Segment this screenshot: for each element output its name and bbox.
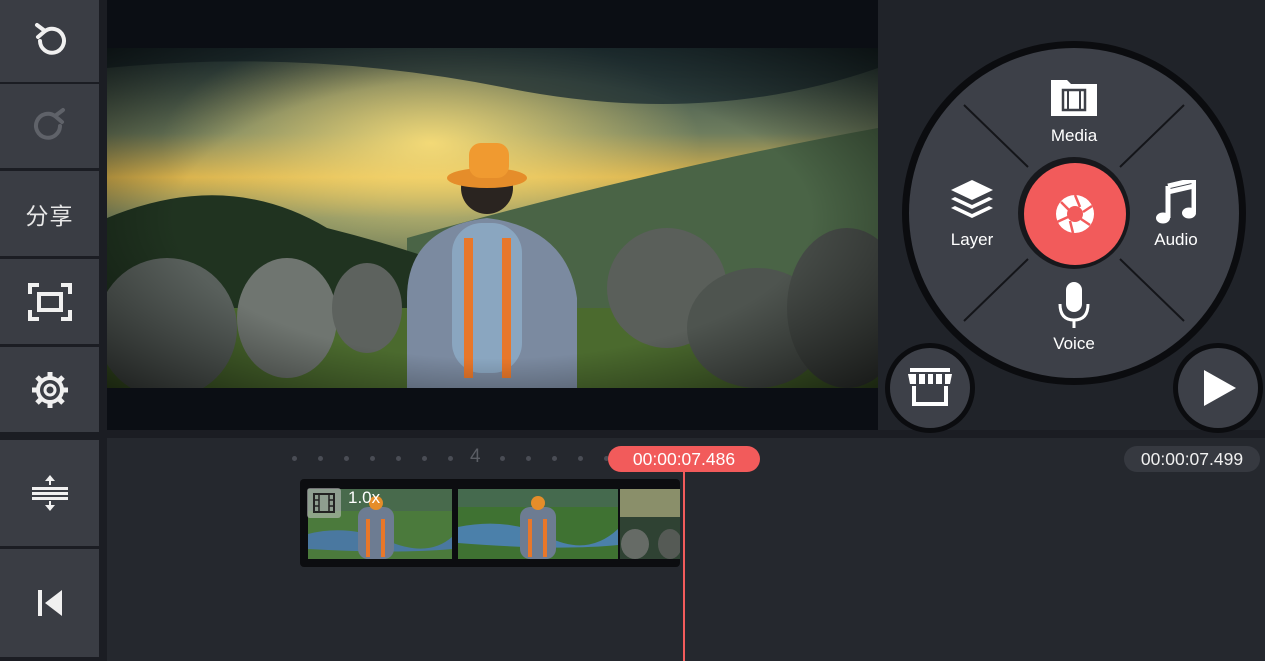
clip-type-badge — [307, 488, 341, 518]
store-icon — [908, 368, 952, 406]
timeline-expand-icon — [31, 475, 68, 511]
preview-frame-image — [107, 48, 878, 388]
playhead-time: 00:00:07.486 — [608, 446, 760, 472]
music-note-icon — [1156, 180, 1196, 224]
share-button[interactable]: 分享 — [0, 171, 99, 256]
skip-to-start-button[interactable] — [0, 549, 99, 657]
video-preview[interactable] — [107, 0, 878, 430]
layer-label: Layer — [950, 230, 994, 249]
camera-shutter-icon — [1056, 194, 1094, 234]
media-label: Media — [1050, 126, 1098, 145]
layer-button[interactable]: Layer — [932, 178, 1012, 252]
ruler-tick — [318, 456, 323, 461]
voice-button[interactable]: Voice — [1034, 282, 1114, 358]
gear-icon — [31, 371, 68, 408]
clip-speed-label: 1.0x — [348, 488, 381, 507]
film-folder-icon — [1051, 80, 1097, 116]
total-duration: 00:00:07.499 — [1124, 446, 1260, 472]
ruler-tick — [292, 456, 297, 461]
voice-label: Voice — [1053, 334, 1095, 353]
ruler-tick — [578, 456, 583, 461]
timeline-expand-button[interactable] — [0, 440, 99, 546]
audio-label: Audio — [1154, 230, 1198, 249]
redo-button[interactable] — [0, 84, 99, 168]
play-icon — [1204, 370, 1236, 406]
ruler-tick — [448, 456, 453, 461]
settings-button[interactable] — [0, 347, 99, 432]
share-label: 分享 — [25, 203, 74, 230]
skip-to-start-icon — [37, 590, 62, 616]
ruler-tick — [500, 456, 505, 461]
ruler-tick — [396, 456, 401, 461]
film-icon — [313, 493, 335, 513]
ruler-label: 4 — [470, 446, 481, 467]
media-button[interactable]: Media — [1034, 76, 1114, 148]
layers-icon — [951, 180, 993, 218]
clip-thumbnail — [620, 489, 680, 559]
ruler-tick — [526, 456, 531, 461]
capture-button[interactable] — [1024, 163, 1126, 265]
ruler-tick — [552, 456, 557, 461]
microphone-icon — [1058, 282, 1090, 328]
redo-icon — [33, 108, 65, 140]
playhead[interactable] — [683, 460, 685, 661]
fullscreen-icon — [27, 282, 72, 321]
asset-store-button[interactable] — [890, 348, 970, 428]
fullscreen-button[interactable] — [0, 259, 99, 344]
undo-button[interactable] — [0, 0, 99, 82]
ruler-tick — [422, 456, 427, 461]
clip-thumbnail — [458, 489, 618, 559]
ruler-tick — [370, 456, 375, 461]
play-button[interactable] — [1178, 348, 1258, 428]
audio-button[interactable]: Audio — [1136, 178, 1216, 252]
undo-icon — [34, 23, 66, 55]
ruler-tick — [344, 456, 349, 461]
